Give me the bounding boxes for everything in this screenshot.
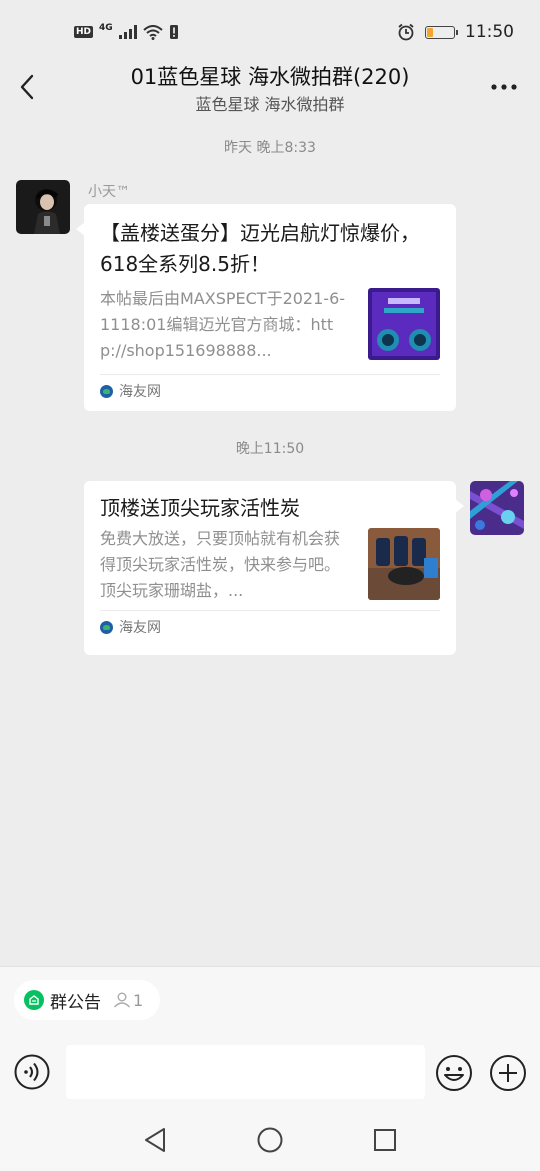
chat-title: 01蓝色星球 海水微拍群(220) <box>130 65 410 89</box>
notice-count-value: 1 <box>133 990 144 1010</box>
alert-icon <box>169 25 178 39</box>
source-label: 海友网 <box>119 384 161 400</box>
link-card[interactable]: 【盖楼送蛋分】迈光启航灯惊爆价，618全系列8.5折！ 本帖最后由MAXSPEC… <box>76 204 456 411</box>
battery-level <box>427 27 434 37</box>
status-time: 11:50 <box>465 22 514 42</box>
notice-reader-count: 1 <box>113 991 143 1010</box>
card-body: 免费大放送，只要顶帖就有机会获得顶尖玩家活性炭，快来参与吧。顶尖玩家珊瑚盐，..… <box>100 526 440 604</box>
avatar-image <box>470 481 524 535</box>
avatar-image <box>16 180 70 234</box>
signal-icon <box>118 25 137 39</box>
card-thumbnail <box>368 528 440 600</box>
avatar[interactable] <box>16 180 70 234</box>
wifi-icon <box>143 24 163 40</box>
voice-icon[interactable] <box>14 1054 50 1090</box>
status-right: 11:50 <box>397 22 514 42</box>
card-source: 海友网 <box>100 610 440 643</box>
time-divider: 晚上11:50 <box>235 441 305 457</box>
sender-name: 小天™ <box>88 184 130 200</box>
battery-icon <box>425 25 458 39</box>
card-description: 免费大放送，只要顶帖就有机会获得顶尖玩家活性炭，快来参与吧。顶尖玩家珊瑚盐，..… <box>100 529 341 600</box>
emoji-icon[interactable] <box>435 1054 473 1092</box>
card-source: 海友网 <box>100 374 440 407</box>
triangle-back-icon[interactable] <box>142 1126 168 1154</box>
my-avatar[interactable] <box>470 481 524 535</box>
card-title: 【盖楼送蛋分】迈光启航灯惊爆价，618全系列8.5折！ <box>100 221 420 276</box>
notice-label: 群公告 <box>50 992 101 1013</box>
card-title: 顶楼送顶尖玩家活性炭 <box>100 496 300 520</box>
time-divider: 昨天 晚上8:33 <box>224 140 316 156</box>
group-notice-button[interactable]: 群公告 1 <box>14 980 160 1020</box>
hd-badge: HD <box>74 26 94 38</box>
system-nav-bar <box>0 1110 540 1170</box>
chat-subtitle: 蓝色星球 海水微拍群 <box>195 95 345 114</box>
alarm-icon <box>398 23 414 41</box>
plus-icon[interactable] <box>489 1054 527 1092</box>
status-left: HD 4G <box>74 23 179 40</box>
source-label: 海友网 <box>119 620 161 636</box>
square-recent-icon[interactable] <box>373 1128 397 1152</box>
card-body: 本帖最后由MAXSPECT于2021-6-1118:01编辑迈光官方商城：htt… <box>100 286 440 364</box>
source-logo-icon <box>100 620 113 634</box>
message-input[interactable] <box>66 1045 425 1099</box>
chat-header: 01蓝色星球 海水微拍群(220) 蓝色星球 海水微拍群 <box>0 52 540 122</box>
card-description: 本帖最后由MAXSPECT于2021-6-1118:01编辑迈光官方商城：htt… <box>100 289 346 360</box>
card-thumbnail <box>368 288 440 360</box>
network-label: 4G <box>99 23 113 33</box>
notice-icon <box>24 990 44 1010</box>
circle-home-icon[interactable] <box>257 1127 283 1153</box>
more-dots-icon[interactable] <box>490 80 518 94</box>
link-card[interactable]: 顶楼送顶尖玩家活性炭 免费大放送，只要顶帖就有机会获得顶尖玩家活性炭，快来参与吧… <box>84 481 464 655</box>
person-icon <box>113 992 131 1008</box>
source-logo-icon <box>100 384 113 398</box>
